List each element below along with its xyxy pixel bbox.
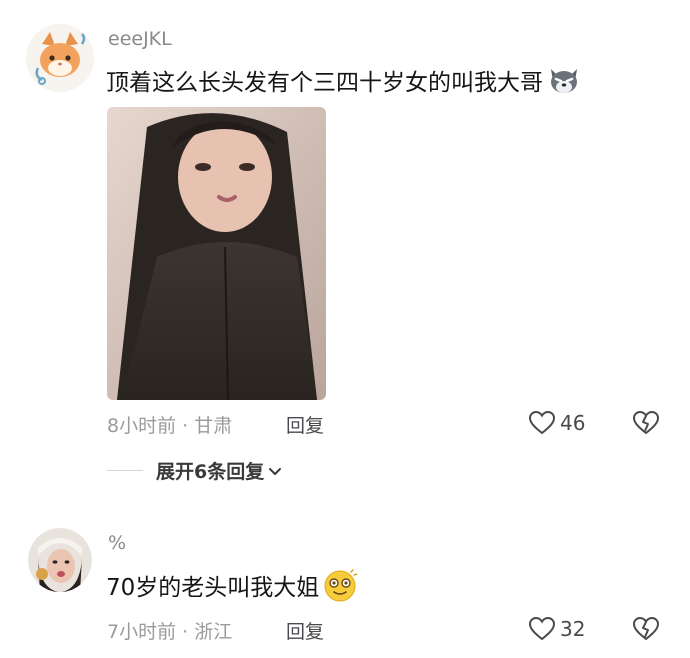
girl-avatar-image	[28, 528, 92, 592]
chevron-down-icon	[268, 464, 282, 478]
commenter-avatar[interactable]	[26, 24, 94, 92]
dizzy-face-emoji	[323, 568, 358, 602]
dislike-button[interactable]	[632, 409, 660, 437]
like-button[interactable]: 32	[528, 615, 585, 643]
heart-outline-icon	[528, 409, 556, 437]
dislike-button[interactable]	[632, 615, 660, 643]
comment-text: 顶着这么长头发有个三四十岁女的叫我大哥	[106, 63, 581, 97]
comment-photo[interactable]	[107, 107, 326, 400]
like-count: 32	[560, 617, 586, 641]
like-button[interactable]: 46	[528, 409, 585, 437]
comment-text-body: 顶着这么长头发有个三四十岁女的叫我大哥	[106, 70, 543, 96]
like-count: 46	[560, 411, 586, 435]
selfie-image	[107, 107, 326, 400]
comment-username[interactable]: %	[108, 532, 126, 554]
heart-outline-icon	[528, 615, 556, 643]
broken-heart-icon	[632, 616, 660, 641]
expand-replies-label: 展开6条回复	[156, 461, 265, 483]
reply-button[interactable]: 回复	[286, 617, 324, 644]
comment-meta: 8小时前 · 甘肃	[107, 415, 233, 437]
comment-text-body: 70岁的老头叫我大姐	[106, 575, 320, 601]
broken-heart-icon	[632, 410, 660, 435]
expand-divider	[107, 470, 143, 471]
comment-text: 70岁的老头叫我大姐	[106, 568, 358, 602]
commenter-avatar[interactable]	[28, 528, 92, 592]
cat-avatar-icon	[26, 24, 94, 92]
wolf-face-emoji	[547, 63, 581, 97]
expand-replies-button[interactable]: 展开6条回复	[156, 457, 282, 484]
comment-username[interactable]: eeeJKL	[108, 28, 172, 50]
comment-meta: 7小时前 · 浙江	[107, 621, 233, 643]
reply-button[interactable]: 回复	[286, 411, 324, 438]
